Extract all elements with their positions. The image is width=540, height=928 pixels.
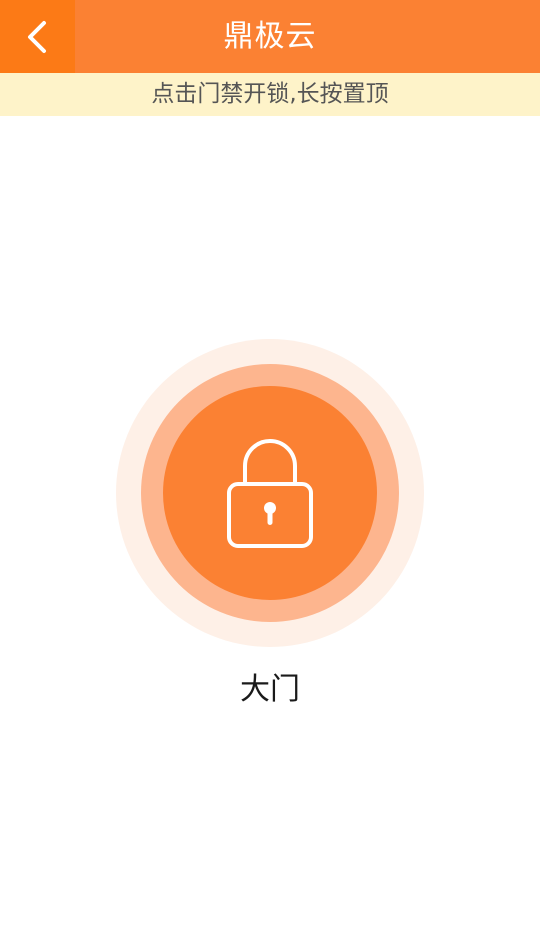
- door-unlock-button[interactable]: [116, 339, 424, 647]
- back-button[interactable]: [0, 0, 75, 73]
- hint-banner: 点击门禁开锁,长按置顶: [0, 73, 540, 116]
- app-screen: 鼎极云 点击门禁开锁,长按置顶 大门: [0, 0, 540, 928]
- page-title: 鼎极云: [223, 19, 317, 54]
- door-name-label: 大门: [240, 672, 300, 707]
- lock-icon: [227, 439, 313, 548]
- chevron-left-icon: [28, 21, 46, 53]
- header-bar: 鼎极云: [0, 0, 540, 73]
